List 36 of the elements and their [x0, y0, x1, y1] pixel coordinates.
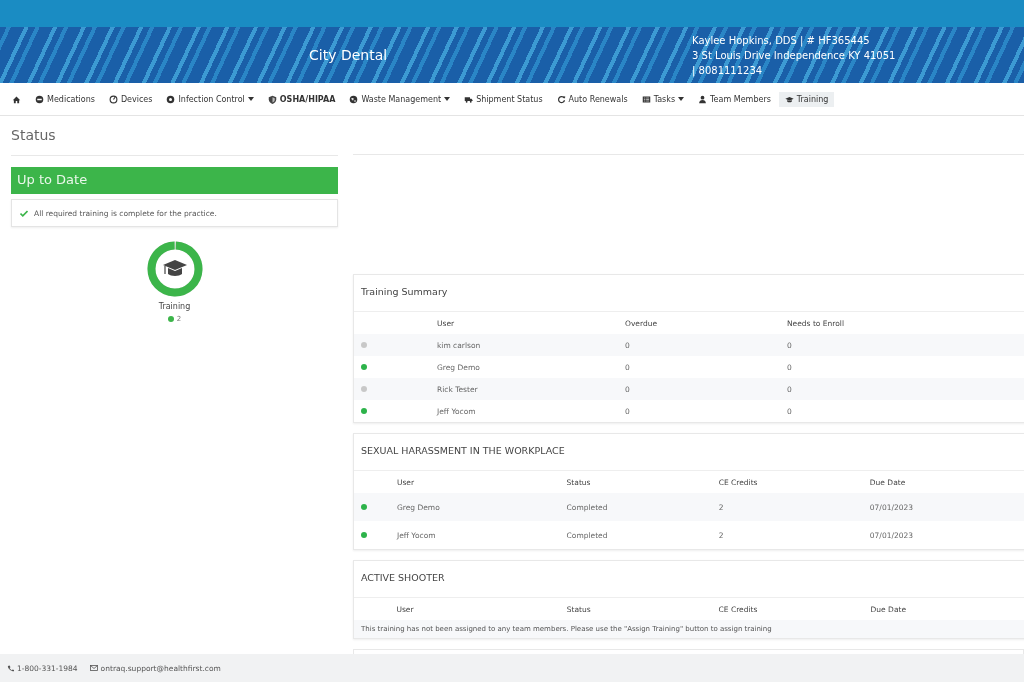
- gauge-label: Training: [158, 302, 191, 311]
- check-icon: [20, 209, 28, 217]
- shield-icon: [267, 94, 277, 104]
- nav-tab[interactable]: Tasks: [635, 91, 691, 107]
- card-title: Training Summary: [360, 285, 449, 299]
- contact-line: Kaylee Hopkins, DDS | # HF365445: [692, 33, 871, 48]
- nav-tab[interactable]: Training: [778, 91, 835, 107]
- truck-icon: [464, 94, 474, 104]
- graduation-cap-icon: [784, 94, 794, 104]
- nav-tab[interactable]: Infection Control: [160, 91, 260, 107]
- nav-tab[interactable]: Team Members: [692, 91, 777, 107]
- home-icon: [12, 94, 21, 104]
- nav-tab[interactable]: Medications: [29, 91, 101, 107]
- envelope-icon: [89, 665, 98, 671]
- phone-icon: [7, 664, 14, 672]
- user-icon: [698, 94, 708, 104]
- card-title: SEXUAL HARASSMENT IN THE WORKPLACE: [360, 444, 566, 458]
- gauge-icon: [108, 94, 118, 104]
- status-dot: [167, 316, 174, 322]
- pill-icon: [35, 94, 44, 104]
- status-banner: Up to Date: [11, 167, 338, 194]
- contact-line: | 8081111234: [692, 63, 764, 78]
- nav-tab[interactable]: Devices: [102, 91, 159, 107]
- globe-icon: [349, 94, 359, 104]
- circle-icon: [166, 94, 176, 104]
- practice-name: City Dental: [309, 47, 389, 63]
- card-title: ACTIVE SHOOTER: [360, 571, 446, 585]
- graduation-cap-icon: [162, 260, 187, 276]
- status-heading: Status: [11, 127, 338, 156]
- nav-tab[interactable]: OSHA/HIPAA: [261, 91, 342, 107]
- list-icon: [641, 94, 651, 104]
- refresh-icon: [556, 94, 566, 104]
- nav-tab[interactable]: Waste Management: [343, 91, 457, 107]
- nav-tab[interactable]: Auto Renewals: [550, 91, 634, 107]
- nav-tab[interactable]: Shipment Status: [458, 91, 549, 107]
- contact-line: 3 St Louis Drive Independence KY 41051: [692, 48, 896, 63]
